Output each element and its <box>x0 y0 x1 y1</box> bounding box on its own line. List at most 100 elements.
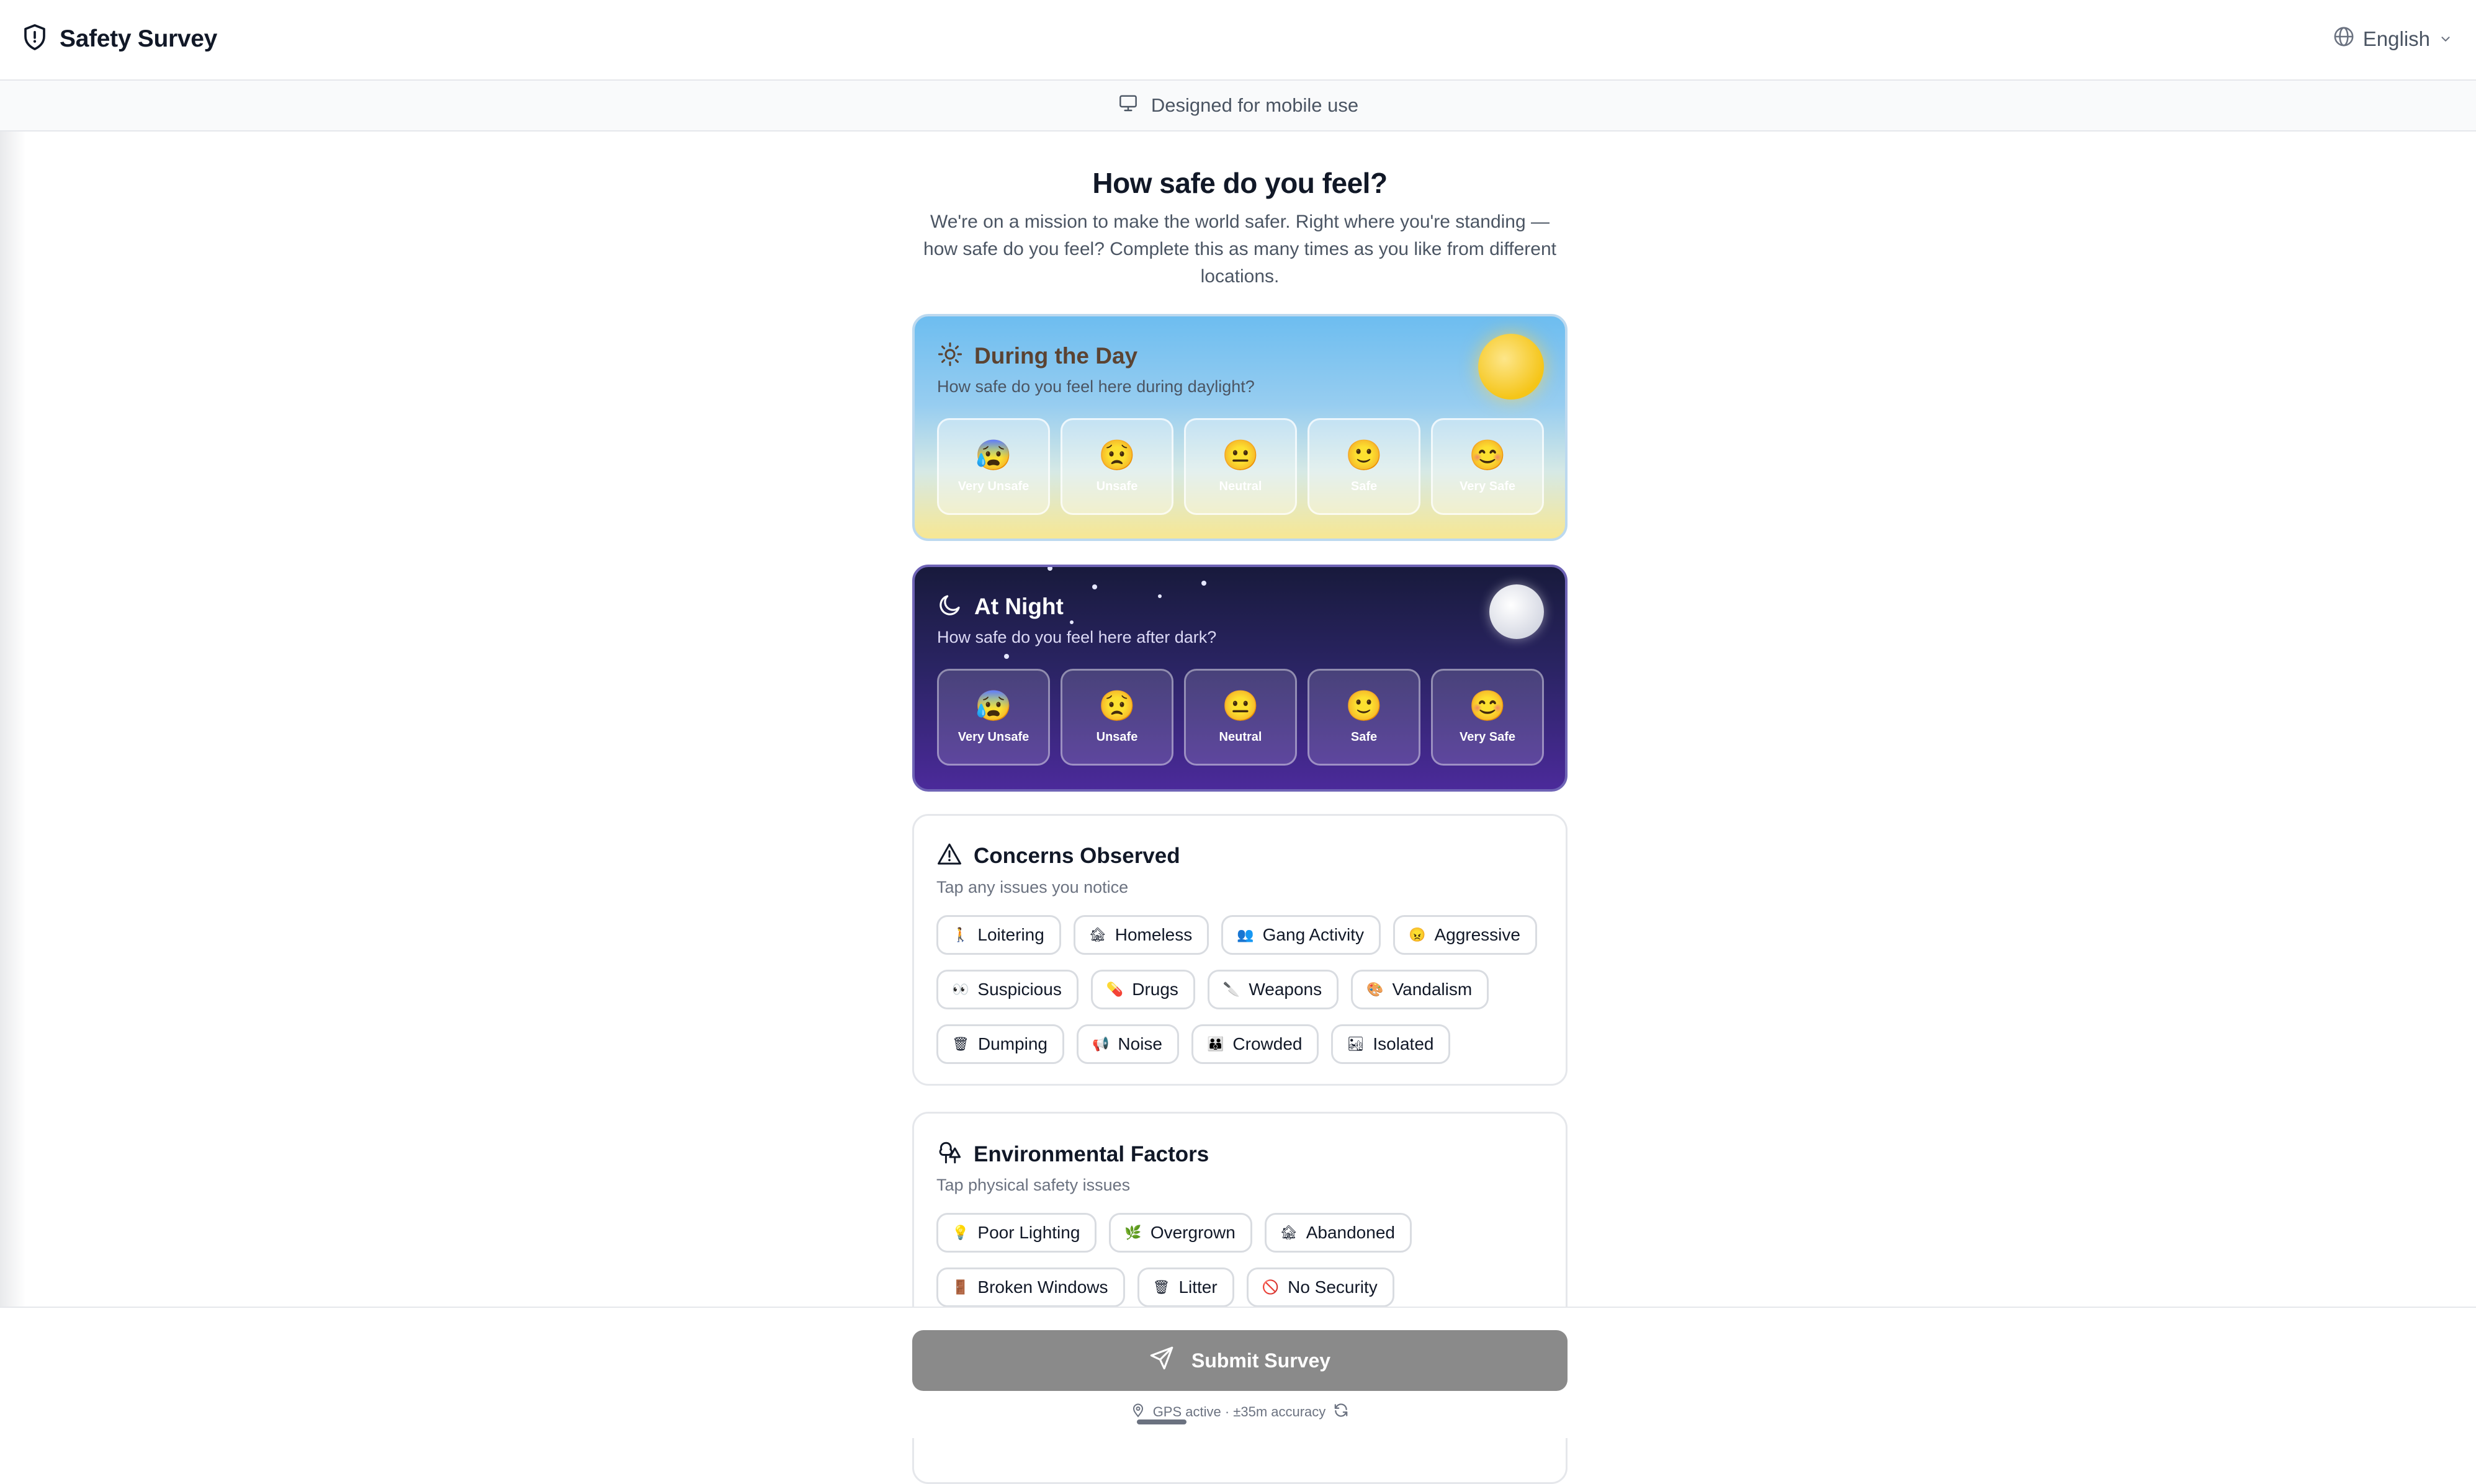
chip-label: Abandoned <box>1306 1223 1395 1242</box>
chip-label: Aggressive <box>1434 925 1520 944</box>
shield-icon <box>22 24 47 54</box>
star-decoration <box>1070 620 1074 624</box>
chip-label: Loitering <box>977 925 1044 944</box>
chip-vandalism[interactable]: 🎨 Vandalism <box>1351 970 1489 1009</box>
chip-no-security[interactable]: 🚫 No Security <box>1246 1267 1394 1307</box>
chip-weapons[interactable]: 🔪 Weapons <box>1207 970 1339 1009</box>
chip-broken-windows[interactable]: 🚪 Broken Windows <box>936 1267 1125 1307</box>
chip-label: Dumping <box>977 1034 1047 1053</box>
slight-smile-icon: 🙂 <box>1345 689 1383 723</box>
concerns-header: Concerns Observed <box>936 842 1180 870</box>
night-option-safe[interactable]: 🙂 Safe <box>1308 669 1420 766</box>
environment-subtitle: Tap physical safety issues <box>936 1176 1131 1194</box>
chip-litter[interactable]: 🗑 Litter <box>1137 1267 1234 1307</box>
gps-status: GPS active · ±35m accuracy <box>912 1402 1568 1422</box>
prohibited-icon: 🚫 <box>1262 1279 1280 1295</box>
night-option-very-safe[interactable]: 😊 Very Safe <box>1431 669 1544 766</box>
day-option-very-unsafe[interactable]: 😰 Very Unsafe <box>937 418 1050 515</box>
app-title: Safety Survey <box>60 25 218 52</box>
chip-noise[interactable]: 📢 Noise <box>1077 1024 1179 1064</box>
left-edge-shadow <box>0 132 26 1307</box>
globe-icon <box>2333 26 2354 52</box>
day-option-unsafe[interactable]: 😟 Unsafe <box>1061 418 1173 515</box>
chip-isolated[interactable]: 🏜 Isolated <box>1331 1024 1451 1064</box>
chip-label: Poor Lighting <box>977 1223 1080 1242</box>
chip-drugs[interactable]: 💊 Drugs <box>1090 970 1195 1009</box>
trash-can-icon: 🗑 <box>1152 1279 1170 1295</box>
star-decoration <box>1201 581 1206 586</box>
chip-homeless[interactable]: 🏚 Homeless <box>1073 915 1209 955</box>
worried-face-icon: 😟 <box>1098 689 1136 723</box>
neutral-face-icon: 😐 <box>1222 439 1259 472</box>
send-icon <box>1149 1346 1174 1375</box>
language-selector[interactable]: English <box>2333 26 2452 52</box>
concerns-chip-list: 🚶 Loitering 🏚 Homeless 👥 Gang Activity 😠 Agg… <box>936 915 1551 1064</box>
submit-footer: Submit Survey GPS active · ±35m accuracy <box>0 1307 2476 1438</box>
door-icon: 🚪 <box>952 1279 969 1295</box>
banner-text: Designed for mobile use <box>1151 94 1359 116</box>
smiling-face-icon: 😊 <box>1469 439 1506 472</box>
chip-label: Suspicious <box>977 980 1062 999</box>
chip-aggressive[interactable]: 😠 Aggressive <box>1393 915 1537 955</box>
chip-label: Vandalism <box>1392 980 1473 999</box>
chip-label: Isolated <box>1373 1034 1434 1053</box>
star-decoration <box>1158 594 1162 598</box>
star-decoration <box>1047 567 1052 571</box>
knife-icon: 🔪 <box>1222 981 1240 997</box>
brand: Safety Survey <box>22 24 217 54</box>
option-label: Very Safe <box>1459 479 1516 493</box>
chip-suspicious[interactable]: 👀 Suspicious <box>936 970 1079 1009</box>
option-label: Very Unsafe <box>958 479 1029 493</box>
anxious-face-icon: 😰 <box>975 439 1012 472</box>
day-card-subtitle: How safe do you feel here during dayligh… <box>937 377 1255 396</box>
crowd-icon: 👪 <box>1207 1036 1224 1052</box>
trees-icon <box>936 1140 962 1169</box>
submit-survey-button[interactable]: Submit Survey <box>912 1330 1568 1391</box>
concerns-title: Concerns Observed <box>974 843 1180 868</box>
megaphone-icon: 📢 <box>1092 1036 1110 1052</box>
refresh-icon[interactable] <box>1333 1402 1349 1422</box>
chip-gang-activity[interactable]: 👥 Gang Activity <box>1221 915 1381 955</box>
concerns-subtitle: Tap any issues you notice <box>936 878 1129 896</box>
chip-abandoned[interactable]: 🏚 Abandoned <box>1264 1213 1412 1253</box>
night-card-subtitle: How safe do you feel here after dark? <box>937 628 1217 646</box>
day-option-very-safe[interactable]: 😊 Very Safe <box>1431 418 1544 515</box>
eyes-icon: 👀 <box>952 981 969 997</box>
trash-can-icon: 🗑 <box>952 1036 969 1052</box>
day-rating-card: During the Day How safe do you feel here… <box>912 314 1568 541</box>
slight-smile-icon: 🙂 <box>1345 439 1383 472</box>
concerns-section: Concerns Observed Tap any issues you not… <box>912 814 1568 1086</box>
option-label: Neutral <box>1219 479 1262 493</box>
chip-overgrown[interactable]: 🌿 Overgrown <box>1109 1213 1252 1253</box>
neutral-face-icon: 😐 <box>1222 689 1259 723</box>
night-rating-card: At Night How safe do you feel here after… <box>912 565 1568 792</box>
option-label: Very Safe <box>1459 730 1516 744</box>
angry-face-icon: 😠 <box>1409 927 1426 942</box>
night-option-unsafe[interactable]: 😟 Unsafe <box>1061 669 1173 766</box>
chip-dumping[interactable]: 🗑 Dumping <box>936 1024 1064 1064</box>
night-rating-options: 😰 Very Unsafe 😟 Unsafe 😐 Neutral 🙂 Safe 😊 Ver… <box>937 669 1544 766</box>
day-option-neutral[interactable]: 😐 Neutral <box>1184 418 1297 515</box>
language-label: English <box>2362 27 2430 50</box>
environment-chip-list: 💡 Poor Lighting 🌿 Overgrown 🏚 Abandoned 🚪 Br… <box>936 1213 1551 1307</box>
chip-crowded[interactable]: 👪 Crowded <box>1191 1024 1319 1064</box>
night-card-title: At Night <box>974 593 1064 619</box>
night-option-neutral[interactable]: 😐 Neutral <box>1184 669 1297 766</box>
option-label: Safe <box>1350 479 1378 493</box>
option-label: Neutral <box>1219 730 1262 744</box>
chip-label: Noise <box>1118 1034 1162 1053</box>
night-option-very-unsafe[interactable]: 😰 Very Unsafe <box>937 669 1050 766</box>
chip-loitering[interactable]: 🚶 Loitering <box>936 915 1061 955</box>
chip-poor-lighting[interactable]: 💡 Poor Lighting <box>936 1213 1097 1253</box>
derelict-house-icon: 🏚 <box>1088 927 1106 942</box>
day-option-safe[interactable]: 🙂 Safe <box>1308 418 1420 515</box>
night-card-header: At Night <box>937 592 1064 621</box>
derelict-house-icon: 🏚 <box>1280 1225 1298 1240</box>
desert-icon: 🏜 <box>1347 1036 1365 1052</box>
warning-triangle-icon <box>936 842 962 870</box>
sun-icon <box>937 341 963 370</box>
people-icon: 👥 <box>1237 927 1254 942</box>
home-indicator <box>1137 1419 1186 1424</box>
sun-illustration <box>1478 334 1544 400</box>
intro-description: We're on a mission to make the world saf… <box>923 212 1556 287</box>
